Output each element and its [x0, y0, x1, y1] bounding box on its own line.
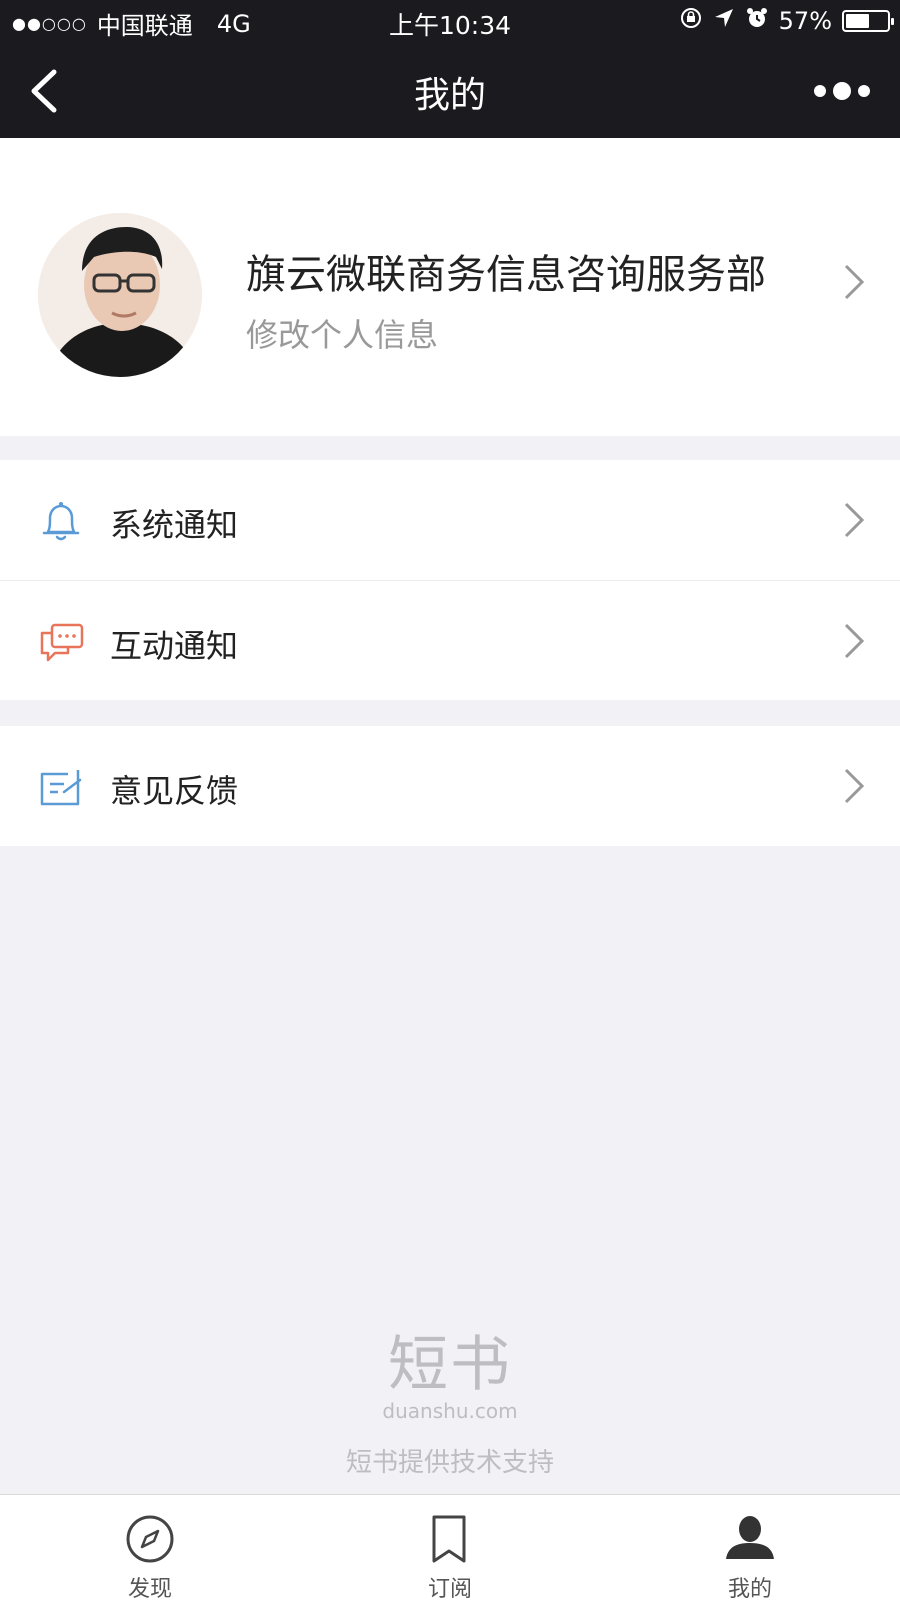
interaction-notice-label: 互动通知 — [110, 627, 239, 665]
status-bar: ●●○○○ 中国联通 4G 上午10:34 57% — [0, 0, 900, 44]
battery-percent: 57% — [778, 7, 832, 35]
interaction-notice-row[interactable]: 互动通知 — [0, 580, 900, 700]
nav-bar: 我的 — [0, 44, 900, 138]
alarm-icon — [745, 6, 769, 36]
tab-subscribe-label: 订阅 — [427, 1577, 472, 1600]
chevron-right-icon — [844, 623, 865, 659]
bookmark-icon — [432, 1515, 466, 1563]
tab-mine-label: 我的 — [727, 1577, 772, 1600]
compass-icon — [126, 1515, 174, 1563]
chevron-right-icon — [844, 264, 865, 300]
system-notice-label: 系统通知 — [110, 506, 239, 544]
user-icon — [726, 1516, 774, 1559]
tab-bar: 发现 订阅 我的 — [0, 1494, 900, 1600]
profile-name: 旗云微联商务信息咨询服务部 — [246, 252, 766, 298]
feedback-label: 意见反馈 — [110, 772, 239, 810]
bell-icon — [42, 502, 80, 541]
avatar — [38, 213, 202, 377]
more-button[interactable] — [810, 76, 874, 106]
tab-mine[interactable]: 我的 — [690, 1495, 810, 1600]
location-icon — [713, 7, 735, 35]
more-dots-icon — [814, 82, 870, 100]
battery-icon — [842, 10, 894, 32]
edit-profile-link[interactable]: 修改个人信息 — [246, 310, 438, 356]
feedback-row[interactable]: 意见反馈 — [0, 726, 900, 846]
brand-domain: duanshu.com — [382, 1399, 518, 1423]
support-text: 短书提供技术支持 — [345, 1448, 554, 1478]
brand-watermark: 短书 duanshu.com — [0, 1316, 900, 1423]
chevron-right-icon — [844, 502, 865, 538]
tab-discover[interactable]: 发现 — [90, 1495, 210, 1600]
brand-logo: 短书 — [388, 1330, 512, 1400]
rotation-lock-icon — [679, 6, 703, 36]
battery-fill — [846, 14, 869, 28]
feedback-group: 意见反馈 — [0, 726, 900, 846]
feedback-icon — [40, 770, 82, 806]
chat-bubbles-icon — [40, 623, 84, 662]
tab-subscribe[interactable]: 订阅 — [390, 1495, 510, 1600]
notification-group: 系统通知 互动通知 — [0, 460, 900, 700]
page-title: 我的 — [413, 75, 486, 116]
chevron-right-icon — [844, 768, 865, 804]
system-notice-row[interactable]: 系统通知 — [0, 460, 900, 580]
tab-discover-label: 发现 — [127, 1577, 172, 1600]
profile-card[interactable]: 旗云微联商务信息咨询服务部 修改个人信息 — [0, 138, 900, 436]
status-right: 57% — [679, 6, 894, 36]
